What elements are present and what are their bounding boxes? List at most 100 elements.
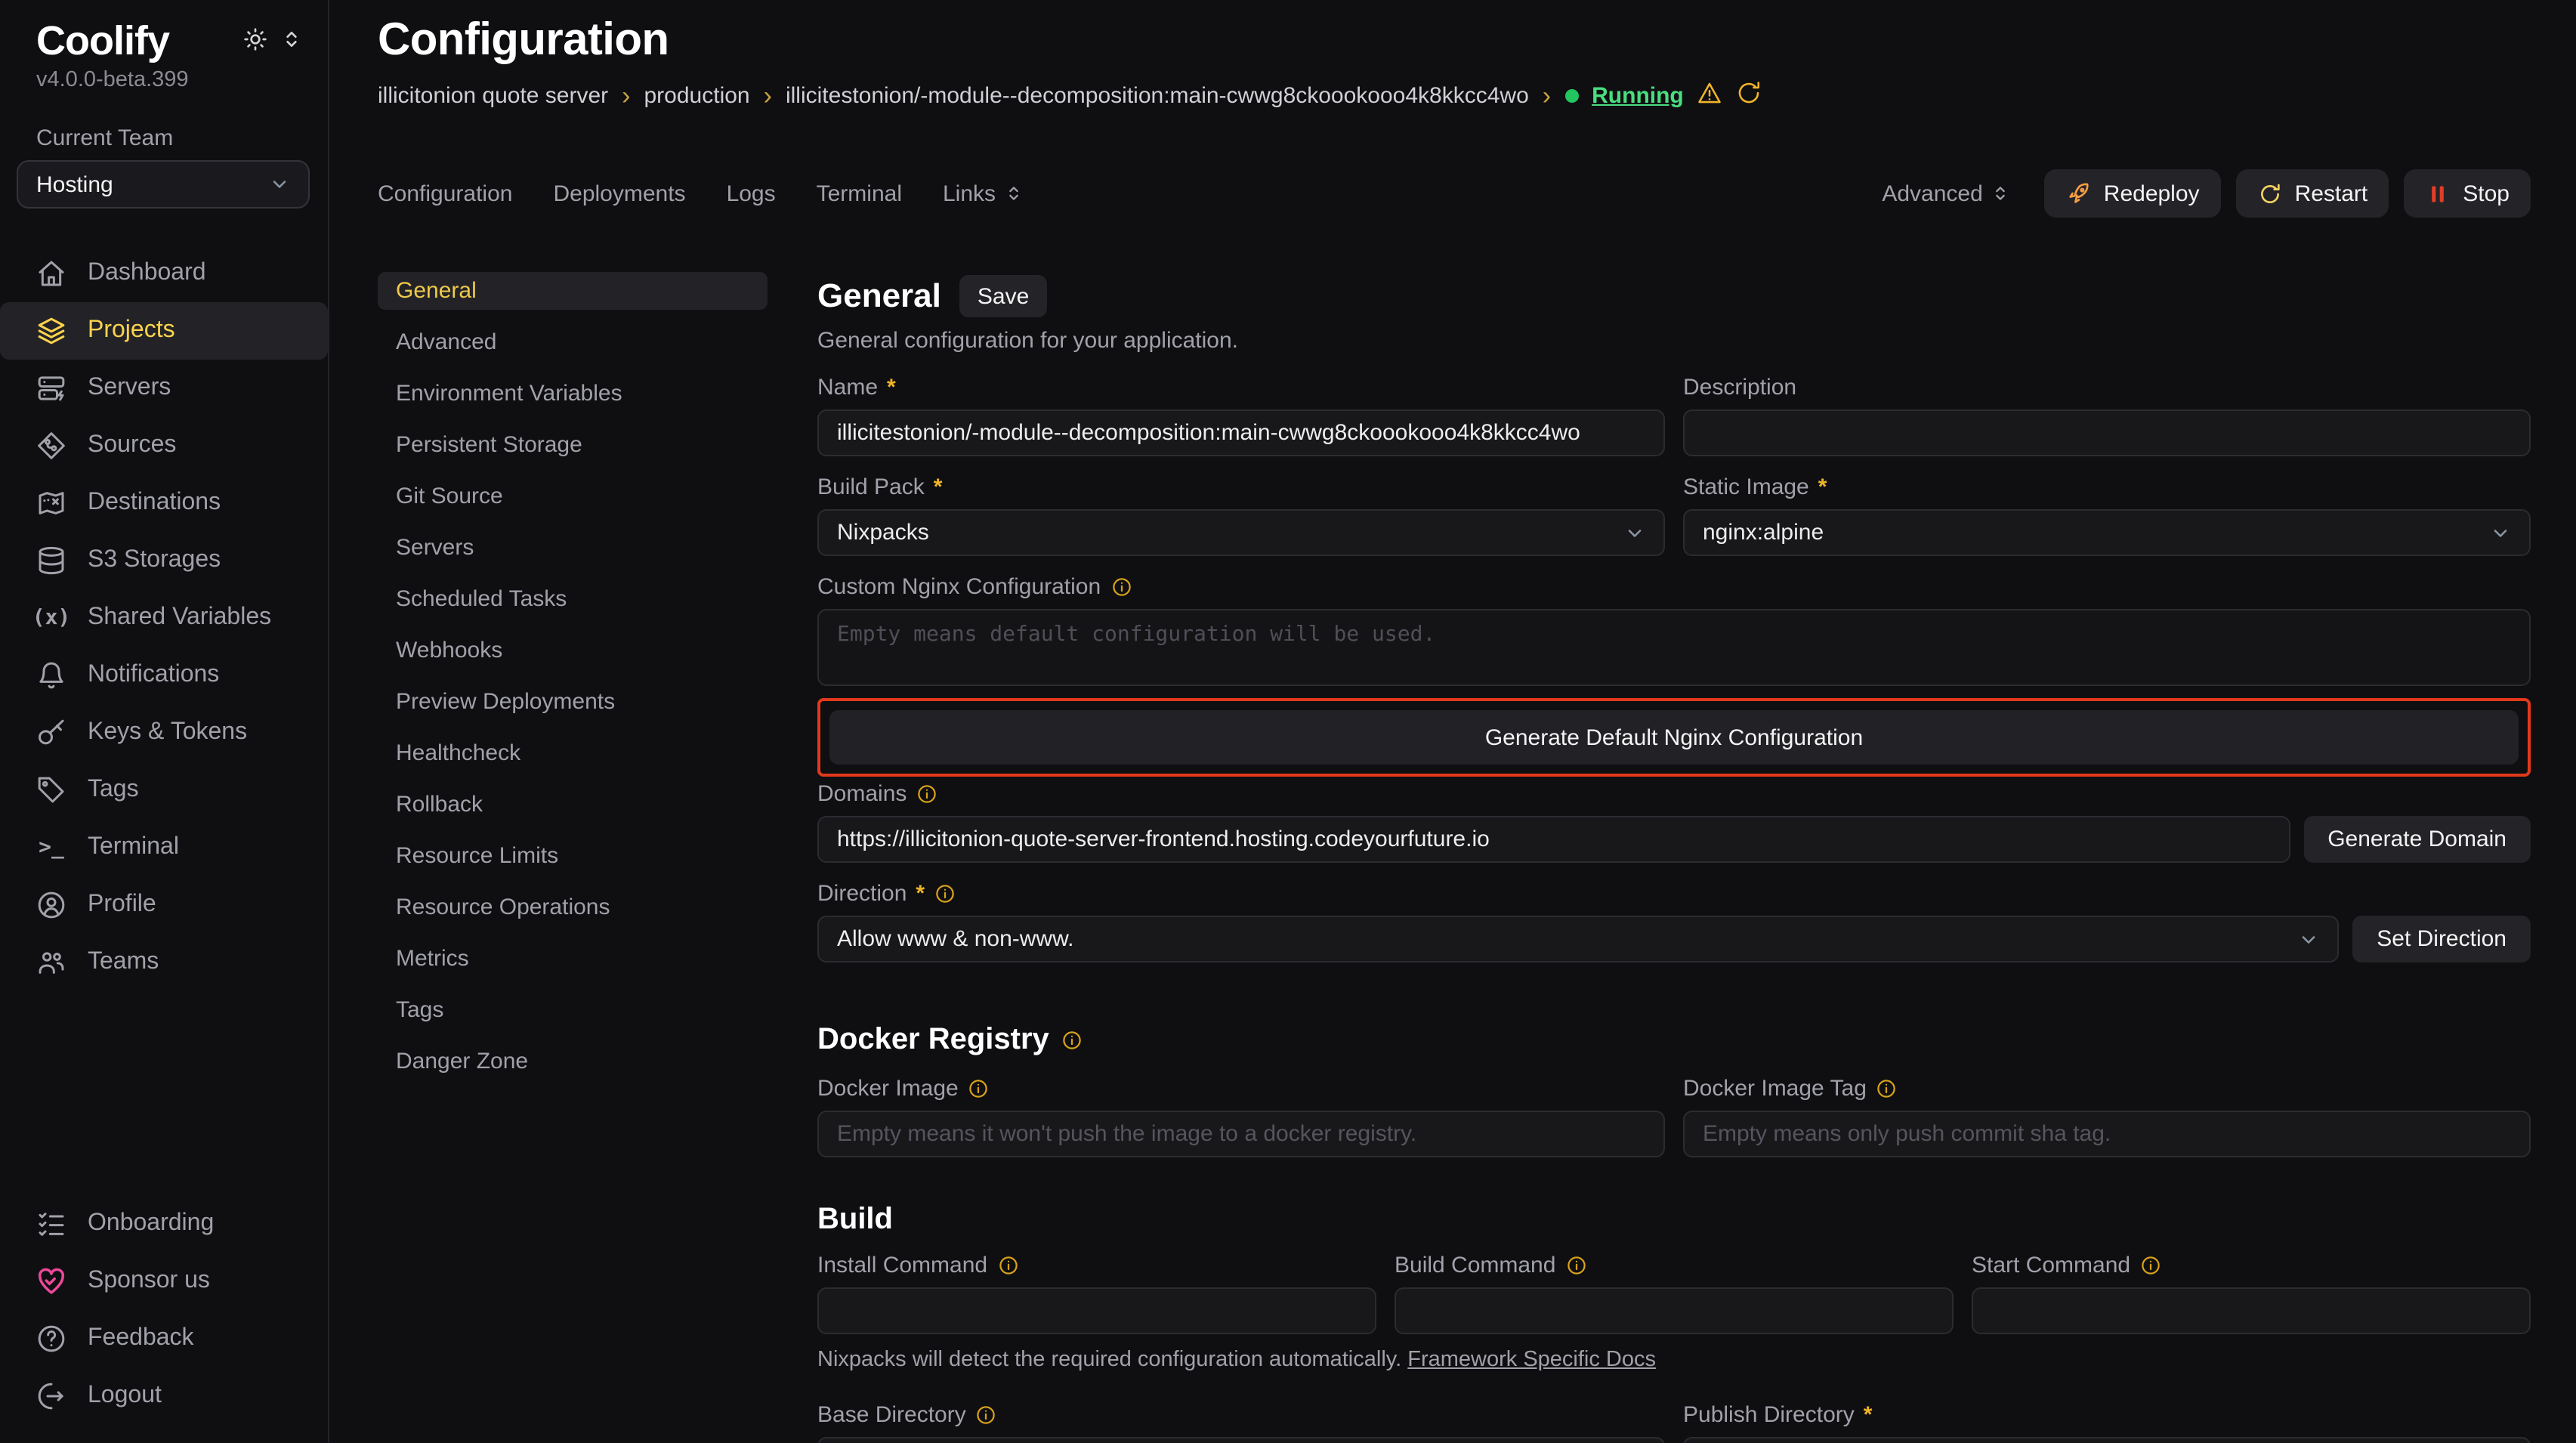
sidebar-item-logout[interactable]: Logout [0, 1367, 328, 1425]
custom-nginx-textarea[interactable] [817, 609, 2531, 686]
direction-label: Direction [817, 881, 907, 907]
direction-select[interactable]: Allow www & non-www. [817, 916, 2339, 963]
restart-icon [2257, 181, 2283, 206]
required-asterisk: * [1818, 474, 1827, 500]
breadcrumb-separator-icon: › [622, 83, 630, 109]
chevron-down-icon [1624, 522, 1645, 543]
subnav-scheduled-tasks[interactable]: Scheduled Tasks [378, 580, 768, 618]
info-icon[interactable] [1876, 1077, 1898, 1100]
domains-input[interactable] [817, 816, 2290, 863]
chevrons-up-down-icon [1991, 183, 2012, 204]
subnav-git-source[interactable]: Git Source [378, 477, 768, 515]
sidebar-item-notifications[interactable]: Notifications [0, 647, 328, 704]
set-direction-button[interactable]: Set Direction [2352, 916, 2531, 963]
sidebar-item-teams[interactable]: Teams [0, 934, 328, 991]
info-icon[interactable] [1110, 576, 1132, 598]
section-title-docker-registry: Docker Registry [817, 1023, 2531, 1058]
tab-configuration[interactable]: Configuration [378, 181, 512, 206]
section-title-general: General [817, 277, 941, 316]
warning-icon[interactable] [1697, 80, 1723, 112]
info-icon[interactable] [2139, 1254, 2162, 1277]
subnav-rollback[interactable]: Rollback [378, 786, 768, 823]
sidebar-item-tags[interactable]: Tags [0, 762, 328, 819]
docker-image-tag-label: Docker Image Tag [1683, 1076, 1867, 1102]
advanced-dropdown[interactable]: Advanced [1882, 181, 2011, 206]
sidebar-item-shared-variables[interactable]: (x) Shared Variables [0, 589, 328, 647]
breadcrumb-project[interactable]: illicitonion quote server [378, 83, 608, 109]
subnav-resource-limits[interactable]: Resource Limits [378, 837, 768, 875]
base-directory-input[interactable] [817, 1437, 1665, 1443]
subnav-general[interactable]: General [378, 272, 768, 310]
chevrons-up-down-icon [1003, 183, 1024, 204]
subnav-webhooks[interactable]: Webhooks [378, 632, 768, 669]
sidebar-item-profile[interactable]: Profile [0, 876, 328, 934]
tab-terminal[interactable]: Terminal [817, 181, 902, 206]
subnav-healthcheck[interactable]: Healthcheck [378, 734, 768, 772]
theme-toggle-sun-icon[interactable] [243, 27, 267, 59]
install-command-input[interactable] [817, 1287, 1376, 1334]
subnav-resource-operations[interactable]: Resource Operations [378, 888, 768, 926]
restart-button[interactable]: Restart [2236, 169, 2389, 218]
subnav-advanced[interactable]: Advanced [378, 323, 768, 361]
app-logo: Coolify [36, 18, 169, 65]
breadcrumb-environment[interactable]: production [644, 83, 750, 109]
subnav-preview-deployments[interactable]: Preview Deployments [378, 683, 768, 721]
sidebar-item-projects[interactable]: Projects [0, 302, 328, 360]
publish-directory-input[interactable] [1683, 1437, 2531, 1443]
status-running-link[interactable]: Running [1592, 83, 1684, 109]
sidebar-item-onboarding[interactable]: Onboarding [0, 1195, 328, 1253]
tab-deployments[interactable]: Deployments [553, 181, 685, 206]
subnav-servers[interactable]: Servers [378, 529, 768, 567]
annotation-highlight-box: Generate Default Nginx Configuration [817, 698, 2531, 777]
info-icon[interactable] [996, 1254, 1019, 1277]
build-command-input[interactable] [1395, 1287, 1954, 1334]
framework-docs-link[interactable]: Framework Specific Docs [1407, 1348, 1656, 1372]
subnav-metrics[interactable]: Metrics [378, 940, 768, 978]
team-select[interactable]: Hosting [17, 160, 310, 209]
info-icon[interactable] [916, 783, 938, 805]
build-pack-label: Build Pack [817, 474, 925, 500]
info-icon[interactable] [934, 882, 956, 905]
stop-button[interactable]: Stop [2404, 169, 2531, 218]
users-icon [36, 947, 66, 978]
sidebar-item-feedback[interactable]: Feedback [0, 1310, 328, 1367]
info-icon[interactable] [975, 1404, 998, 1426]
general-form: General Save General configuration for y… [817, 272, 2531, 1443]
start-command-input[interactable] [1972, 1287, 2531, 1334]
info-icon[interactable] [1564, 1254, 1587, 1277]
sidebar-item-destinations[interactable]: Destinations [0, 474, 328, 532]
instance-switcher-icon[interactable] [280, 27, 304, 59]
docker-image-input[interactable] [817, 1111, 1665, 1157]
app-window: Coolify v4.0.0-beta.399 Current Team Hos… [0, 0, 2576, 1443]
generate-domain-button[interactable]: Generate Domain [2303, 816, 2531, 863]
sidebar-item-terminal[interactable]: >_ Terminal [0, 819, 328, 876]
subnav-persistent-storage[interactable]: Persistent Storage [378, 426, 768, 464]
bell-icon [36, 660, 66, 691]
save-button[interactable]: Save [959, 275, 1047, 317]
docker-image-tag-input[interactable] [1683, 1111, 2531, 1157]
refresh-icon[interactable] [1737, 80, 1762, 112]
info-icon[interactable] [968, 1077, 990, 1100]
description-input[interactable] [1683, 409, 2531, 456]
subnav-tags[interactable]: Tags [378, 991, 768, 1029]
breadcrumb-resource[interactable]: illicitestonion/-module--decomposition:m… [786, 83, 1529, 109]
info-icon[interactable] [1061, 1029, 1084, 1052]
name-input[interactable] [817, 409, 1665, 456]
sidebar-item-dashboard[interactable]: Dashboard [0, 245, 328, 302]
main-content: Configuration illicitonion quote server … [329, 0, 2576, 1443]
build-pack-select[interactable]: Nixpacks [817, 509, 1665, 556]
tab-logs[interactable]: Logs [727, 181, 776, 206]
sidebar-item-servers[interactable]: Servers [0, 360, 328, 417]
tab-links[interactable]: Links [943, 181, 1024, 206]
redeploy-button[interactable]: Redeploy [2045, 169, 2221, 218]
sidebar-item-s3-storages[interactable]: S3 Storages [0, 532, 328, 589]
page-title: Configuration [378, 15, 2531, 66]
subnav-danger-zone[interactable]: Danger Zone [378, 1043, 768, 1080]
sidebar-item-sponsor-us[interactable]: Sponsor us [0, 1253, 328, 1310]
static-image-select[interactable]: nginx:alpine [1683, 509, 2531, 556]
subnav-environment-variables[interactable]: Environment Variables [378, 375, 768, 413]
generate-nginx-config-button[interactable]: Generate Default Nginx Configuration [829, 710, 2519, 765]
sidebar-item-keys-tokens[interactable]: Keys & Tokens [0, 704, 328, 762]
sidebar-item-sources[interactable]: Sources [0, 417, 328, 474]
logout-icon [36, 1381, 66, 1411]
